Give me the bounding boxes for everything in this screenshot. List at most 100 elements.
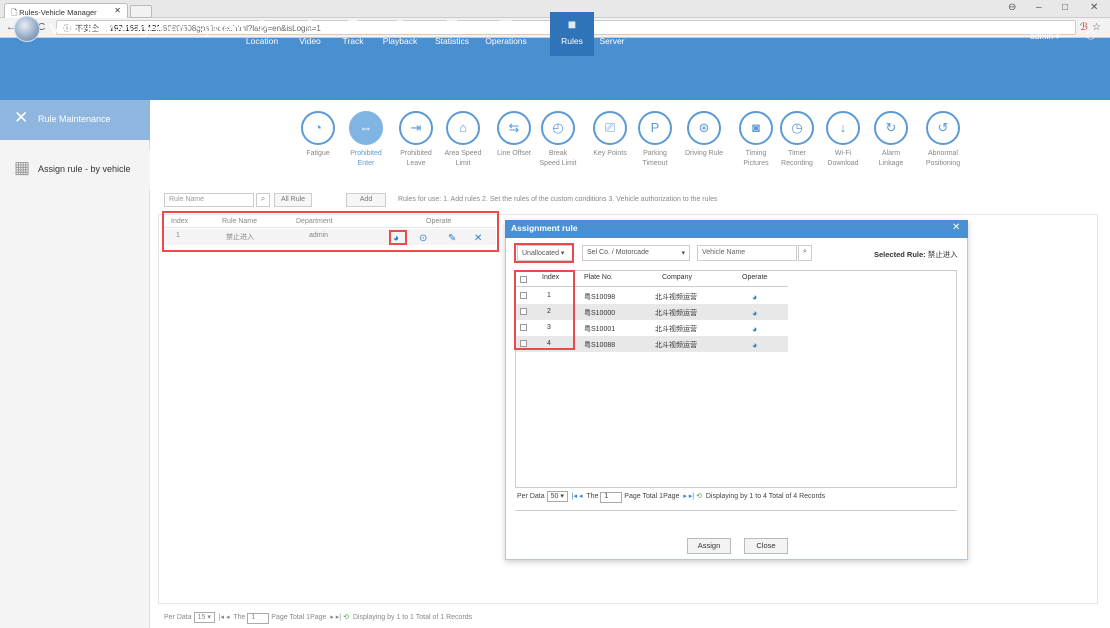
rule-type-icon: ⊛ <box>687 111 721 145</box>
nav-icon: ⊡ <box>347 16 359 32</box>
nav-statistics[interactable]: ▥ Statistics <box>430 12 474 56</box>
sidebar-item-rule-maintenance[interactable]: ✕ Rule Maintenance <box>0 100 150 140</box>
rule-table-pager: Per Data 15 ▾ |◂ ◂ The 1 Page Total 1Pag… <box>164 612 472 624</box>
rule-type-break-speed-limit[interactable]: ◴ Break Speed Limit <box>538 111 578 169</box>
assign-icon[interactable]: ◕ <box>752 292 757 302</box>
nav-icon: ■ <box>567 16 577 32</box>
rule-type-icon: ⇔ <box>349 111 383 145</box>
user-menu[interactable]: admin ▾ <box>1030 31 1060 42</box>
nav-track[interactable]: ⊡ Track <box>331 12 375 56</box>
rule-type-line-offset[interactable]: ⇆ Line Offset <box>494 111 534 159</box>
vehicle-name-input[interactable]: Vehicle Name <box>697 245 797 261</box>
selected-rule: Selected Rule: 禁止进入 <box>874 249 958 260</box>
page-label: The <box>586 493 599 500</box>
refresh-icon[interactable]: ⟲ <box>343 614 349 621</box>
page-icon: 🗋 <box>11 8 20 17</box>
rule-type-timer-recording[interactable]: ◷ Timer Recording <box>777 111 817 169</box>
row-plate: 粤S10000 <box>584 310 616 317</box>
row-plate: 粤S10088 <box>584 342 616 349</box>
prev-page-icon[interactable]: ◂ <box>226 614 230 621</box>
rule-type-fatigue[interactable]: ◔ Fatigue <box>298 111 338 159</box>
page-total: Page Total 1Page <box>624 493 680 500</box>
sidebar-item-assign-rule[interactable]: ▦ Assign rule - by vehicle <box>0 150 150 190</box>
logout-icon[interactable]: ⏻ <box>1086 28 1096 43</box>
close-button[interactable]: Close <box>744 538 788 554</box>
nav-playback[interactable]: ⊕ Playback <box>378 12 422 56</box>
row-company: 北斗视频运营 <box>655 342 697 349</box>
rule-type-parking-timeout[interactable]: P Parking Timeout <box>635 111 675 169</box>
last-page-icon[interactable]: ▸| <box>336 614 341 621</box>
page-input[interactable]: 1 <box>247 613 270 624</box>
close-tab-icon[interactable]: ✕ <box>114 6 121 15</box>
company-select[interactable]: Sel Co. / Motorcade ▾ <box>582 245 690 261</box>
nav-server[interactable]: ≡ Server <box>590 12 634 56</box>
window-close-icon[interactable]: ✕ <box>1090 2 1098 13</box>
per-data-value: 50 <box>550 493 559 500</box>
rule-type-icon: ◔ <box>301 111 335 145</box>
rule-type-icon: ↺ <box>926 111 960 145</box>
new-tab-button[interactable] <box>130 5 152 18</box>
rule-type-abnormal-positioning[interactable]: ↺ Abnormal Positioning <box>923 111 963 169</box>
nav-icon: ⊕ <box>394 16 406 32</box>
rule-name-input[interactable]: Rule Name <box>164 193 254 207</box>
rule-type-icon: ↻ <box>874 111 908 145</box>
rule-type-alarm-linkage[interactable]: ↻ Alarm Linkage <box>871 111 911 169</box>
nav-video[interactable]: ⊙ Video <box>288 12 332 56</box>
per-data-select[interactable]: 50 ▾ <box>546 491 568 502</box>
prev-page-icon[interactable]: ◂ <box>579 493 583 500</box>
nav-rules[interactable]: ■ Rules <box>550 12 594 56</box>
next-page-icon[interactable]: ▸ <box>330 614 334 621</box>
first-page-icon[interactable]: |◂ <box>219 614 224 621</box>
assign-icon[interactable]: ◕ <box>752 340 757 350</box>
nav-label: Rules <box>561 36 583 46</box>
rule-type-driving-rule[interactable]: ⊛ Driving Rule <box>684 111 724 159</box>
per-data-label: Per Data <box>164 614 192 621</box>
rule-type-icon: ⎚ <box>593 111 627 145</box>
rule-type-icon: ◙ <box>739 111 773 145</box>
rule-type-label: Abnormal Positioning <box>925 150 961 167</box>
profile-icon[interactable]: ⊖ <box>1008 2 1016 13</box>
per-data-label: Per Data <box>517 493 545 500</box>
rule-type-icon: P <box>638 111 672 145</box>
refresh-icon[interactable]: ⟲ <box>696 493 702 500</box>
rule-type-label: Timing Pictures <box>743 150 769 167</box>
assign-icon[interactable]: ◕ <box>752 308 757 318</box>
rule-type-timing-pictures[interactable]: ◙ Timing Pictures <box>736 111 776 169</box>
nav-operations[interactable]: ▤ Operations <box>484 12 528 56</box>
assign-icon[interactable]: ◕ <box>752 324 757 334</box>
nav-location[interactable]: ◎ Location <box>240 12 284 56</box>
next-page-icon[interactable]: ▸ <box>683 493 687 500</box>
rule-type-label: Line Offset <box>497 150 531 157</box>
rule-type-key-points[interactable]: ⎚ Key Points <box>590 111 630 159</box>
minimize-icon[interactable]: – <box>1036 2 1042 13</box>
rule-type-area-speed-limit[interactable]: ⌂ Area Speed Limit <box>443 111 483 169</box>
col-company: Company <box>662 274 692 281</box>
display-info: Displaying by 1 to 1 Total of 1 Records <box>352 614 473 621</box>
highlight-box <box>162 211 499 252</box>
nav-icon: ≡ <box>607 16 617 32</box>
rule-type-label: Driving Rule <box>684 150 724 157</box>
modal-title: Assignment rule <box>505 220 968 238</box>
all-rule-button[interactable]: All Rule <box>274 193 312 207</box>
display-info: Displaying by 1 to 4 Total of 4 Records <box>705 493 826 500</box>
add-button[interactable]: Add <box>346 193 386 207</box>
page-input[interactable]: 1 <box>600 492 623 503</box>
rule-type-prohibited-enter[interactable]: ⇔ Prohibited Enter <box>346 111 386 169</box>
per-data-select[interactable]: 15 ▾ <box>193 612 215 623</box>
first-page-icon[interactable]: |◂ <box>572 493 577 500</box>
rule-type-label: Parking Timeout <box>642 150 668 167</box>
rule-type-icon: ⇆ <box>497 111 531 145</box>
last-page-icon[interactable]: ▸| <box>689 493 694 500</box>
maximize-icon[interactable]: □ <box>1062 2 1068 13</box>
search-icon[interactable]: ⌕ <box>798 245 812 261</box>
selected-rule-value: 禁止进入 <box>927 250 958 259</box>
sidebar-item-label: Rule Maintenance <box>38 114 111 124</box>
assign-button[interactable]: Assign <box>687 538 731 554</box>
search-icon[interactable]: ⌕ <box>256 193 270 207</box>
page-label: The <box>233 614 246 621</box>
modal-close-icon[interactable]: ✕ <box>952 222 960 233</box>
rule-type-wi-fi-download[interactable]: ↓ Wi-Fi Download <box>823 111 863 169</box>
rule-type-prohibited-leave[interactable]: ⇥ Prohibited Leave <box>396 111 436 169</box>
nav-label: Location <box>245 36 279 46</box>
modal-pager: Per Data 50 ▾ |◂ ◂ The 1 Page Total 1Pag… <box>517 491 825 503</box>
